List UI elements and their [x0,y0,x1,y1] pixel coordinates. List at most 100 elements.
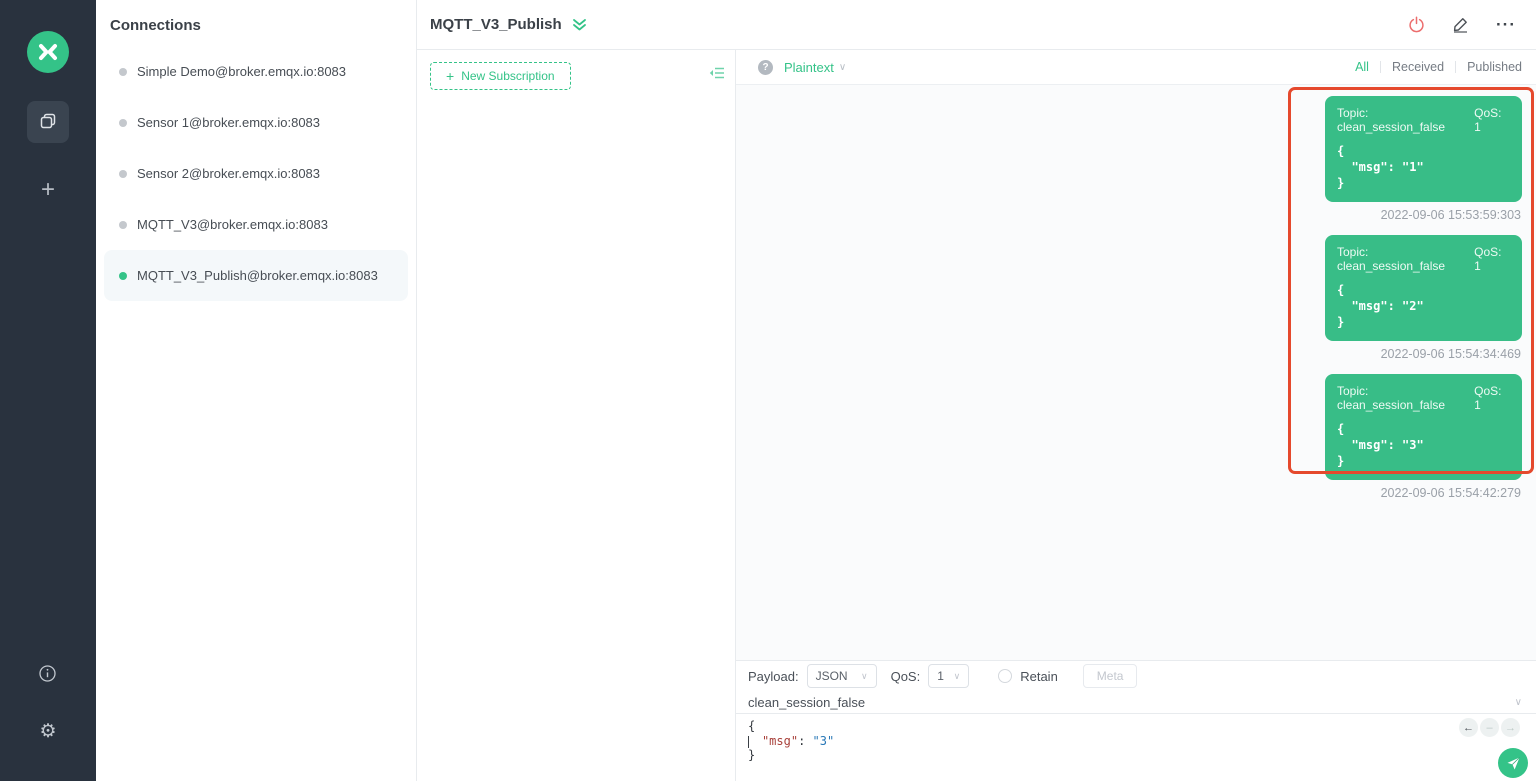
connection-title: MQTT_V3_Publish [430,16,562,33]
payload-label: Payload: [748,668,799,684]
logo-x-glyph [39,44,57,60]
payload-type-value: JSON [815,669,848,683]
message-filters: All Received Published [1355,60,1522,74]
connection-label: MQTT_V3@broker.emqx.io:8083 [137,217,328,232]
connection-item-mqtt-v3-publish[interactable]: MQTT_V3_Publish@broker.emqx.io:8083 [104,250,408,301]
chevron-down-icon: ∨ [861,670,868,681]
filter-divider [1455,61,1457,73]
new-connection-button[interactable]: + [27,169,69,211]
qos-label: QoS: [890,668,921,684]
message-qos: QoS: 1 [1474,384,1502,412]
connections-panel: Connections Simple Demo@broker.emqx.io:8… [96,0,417,781]
filter-received[interactable]: Received [1392,60,1444,74]
connection-label: Sensor 1@broker.emqx.io:8083 [137,115,321,130]
message-topic: Topic: clean_session_false [1337,384,1446,412]
history-back-button[interactable]: ← [1459,718,1478,737]
message-payload: { "msg": "3" } [1337,422,1424,468]
message-payload: { "msg": "1" } [1337,144,1424,190]
mqttx-logo [27,31,69,73]
more-options-button[interactable]: ··· [1496,14,1516,34]
settings-button[interactable]: ⚙ [39,722,56,741]
status-dot [119,169,127,178]
retain-checkbox[interactable]: Retain [998,669,1058,684]
meta-button[interactable]: Meta [1082,664,1138,688]
radio-circle-icon [998,669,1013,683]
retain-label: Retain [1020,668,1058,684]
new-subscription-button[interactable]: + New Subscription [430,62,571,90]
publish-panel: Payload: JSON ∨ QoS: 1 ∨ Retain Meta cle… [736,660,1536,781]
payload-view-select[interactable]: Plaintext [784,60,834,75]
payload-history-nav: ← – → [1459,718,1520,737]
messages-scroll-area[interactable]: Topic: clean_session_false QoS: 1 { "msg… [736,85,1536,660]
message-qos: QoS: 1 [1474,106,1502,134]
json-key: "msg" [761,733,799,748]
published-message-bubble: Topic: clean_session_false QoS: 1 { "msg… [1325,96,1522,202]
connection-label: MQTT_V3_Publish@broker.emqx.io:8083 [137,268,378,283]
topic-input[interactable] [748,694,1515,710]
subscriptions-panel: + New Subscription [417,50,736,781]
gear-icon: ⚙ [39,721,57,742]
message-topic: Topic: clean_session_false [1337,245,1446,273]
editor-line: { [748,719,756,733]
history-forward-button[interactable]: → [1501,718,1520,737]
message-list: Topic: clean_session_false QoS: 1 { "msg… [1325,96,1522,513]
message-topic: Topic: clean_session_false [1337,106,1446,134]
connections-panel-title: Connections [110,17,201,34]
qos-select[interactable]: 1 ∨ [928,664,970,688]
connection-item-sensor-1[interactable]: Sensor 1@broker.emqx.io:8083 [96,97,416,148]
filter-divider [1379,61,1381,73]
info-icon [39,665,57,682]
send-button[interactable] [1498,748,1528,778]
fold-panel-icon [709,67,724,79]
new-subscription-label: New Subscription [461,69,555,83]
pencil-icon [1453,18,1468,33]
message-payload: { "msg": "2" } [1337,283,1424,329]
connection-details-toggle[interactable] [572,18,587,32]
collapse-publish-chevron-icon[interactable]: ∨ [1515,697,1522,708]
mqttx-app: + ⚙ Connections Simple Demo@broker.emqx.… [0,0,1536,781]
editor-line: "msg": "3" [748,734,1536,749]
connection-item-mqtt-v3[interactable]: MQTT_V3@broker.emqx.io:8083 [96,199,416,250]
payload-editor[interactable]: { "msg": "3" } ← – → [736,714,1536,781]
status-dot [119,118,127,127]
status-dot [119,220,127,229]
edit-connection-button[interactable] [1452,16,1469,33]
filter-all[interactable]: All [1355,60,1369,74]
payload-type-select[interactable]: JSON ∨ [806,664,877,688]
main-panel: MQTT_V3_Publish ··· + New Subscription ?… [417,0,1536,781]
filter-published[interactable]: Published [1467,60,1522,74]
about-button[interactable] [39,665,57,682]
connection-header: MQTT_V3_Publish ··· [417,0,1536,50]
paper-plane-icon [1507,756,1520,769]
status-dot-connected [119,271,127,280]
disconnect-button[interactable] [1408,16,1425,33]
ellipsis-icon: ··· [1496,14,1516,34]
message-qos: QoS: 1 [1474,245,1502,273]
status-dot [119,67,127,76]
arrow-right-icon: → [1505,721,1516,734]
connection-label: Simple Demo@broker.emqx.io:8083 [137,64,347,79]
connections-icon [38,111,58,134]
payload-help-button[interactable]: ? [758,59,773,75]
sidebar-item-connections[interactable] [27,101,69,143]
plus-icon: + [40,176,55,203]
plus-icon: + [446,68,455,84]
messages-toolbar: ? Plaintext ∨ All Received Published [736,50,1536,85]
message-timestamp: 2022-09-06 15:53:59:303 [1380,208,1521,222]
editor-line: } [748,748,756,762]
connection-label: Sensor 2@broker.emqx.io:8083 [137,166,321,181]
qos-value: 1 [937,669,944,683]
connection-item-sensor-2[interactable]: Sensor 2@broker.emqx.io:8083 [96,148,416,199]
messages-panel: ? Plaintext ∨ All Received Published Top… [736,50,1536,781]
message-timestamp: 2022-09-06 15:54:42:279 [1380,486,1521,500]
json-value: "3" [812,733,835,748]
message-timestamp: 2022-09-06 15:54:34:469 [1380,347,1521,361]
chevron-down-icon[interactable]: ∨ [839,62,846,73]
published-message-bubble: Topic: clean_session_false QoS: 1 { "msg… [1325,235,1522,341]
arrow-left-icon: ← [1463,721,1474,734]
history-current-button[interactable]: – [1480,718,1499,737]
chevron-down-icon: ∨ [953,670,961,681]
published-message-bubble: Topic: clean_session_false QoS: 1 { "msg… [1325,374,1522,480]
collapse-subscriptions-button[interactable] [709,66,725,80]
connection-item-simple-demo[interactable]: Simple Demo@broker.emqx.io:8083 [96,46,416,97]
